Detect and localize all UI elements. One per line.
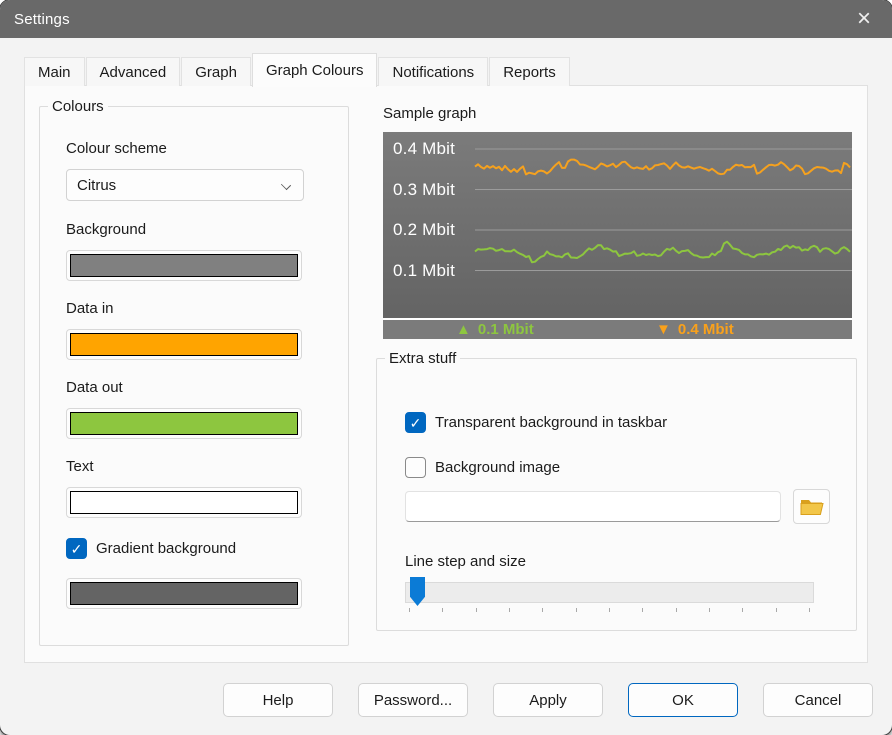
data-in-colour-swatch[interactable] — [66, 329, 302, 360]
background-label: Background — [66, 221, 147, 238]
legend-upload: ▲ 0.1 Mbit — [456, 320, 534, 339]
background-colour-swatch[interactable] — [66, 250, 302, 281]
legend-download-value: 0.4 Mbit — [677, 321, 734, 338]
apply-button[interactable]: Apply — [493, 683, 603, 717]
chevron-down-icon — [280, 179, 292, 191]
check-icon: ✓ — [409, 414, 422, 431]
folder-icon — [800, 499, 824, 515]
text-label: Text — [66, 458, 94, 475]
close-icon[interactable]: × — [842, 0, 886, 38]
legend-upload-value: 0.1 Mbit — [477, 321, 534, 338]
transparent-checkbox-box[interactable]: ✓ — [405, 412, 426, 433]
help-button[interactable]: Help — [223, 683, 333, 717]
tab-reports[interactable]: Reports — [489, 57, 570, 86]
cancel-button[interactable]: Cancel — [763, 683, 873, 717]
tab-graph[interactable]: Graph — [181, 57, 251, 86]
background-colour-fill — [70, 254, 298, 277]
text-colour-fill — [70, 491, 298, 514]
graph-y-label: 0.2 Mbit — [393, 220, 456, 239]
sample-graph-legend: ▲ 0.1 Mbit ▼ 0.4 Mbit — [383, 318, 852, 339]
check-icon: ✓ — [70, 540, 83, 557]
ok-button[interactable]: OK — [628, 683, 738, 717]
tab-page-graph-colours: Colours Colour scheme Citrus Background … — [24, 85, 868, 663]
gradient-colour-fill — [70, 582, 298, 605]
line-step-slider[interactable] — [405, 577, 814, 613]
tab-graph-colours[interactable]: Graph Colours — [251, 53, 378, 87]
graph-y-label: 0.1 Mbit — [393, 260, 456, 280]
slider-ticks — [409, 608, 810, 613]
sample-graph: ▲ 0.1 Mbit ▼ 0.4 Mbit 0.4 Mbit 0.3 Mbit 0.… — [383, 132, 852, 339]
data-out-colour-fill — [70, 412, 298, 435]
background-image-path-input[interactable] — [405, 491, 781, 522]
graph-y-label: 0.4 Mbit — [393, 139, 456, 158]
colours-group-title: Colours — [48, 97, 108, 116]
background-image-label: Background image — [435, 459, 561, 476]
title-bar[interactable]: Settings × — [0, 0, 892, 38]
gradient-colour-swatch[interactable] — [66, 578, 302, 609]
extra-stuff-group: Extra stuff ✓ Transparent background in … — [376, 349, 857, 631]
colour-scheme-value: Citrus — [77, 176, 117, 194]
colour-scheme-dropdown[interactable]: Citrus — [66, 169, 304, 201]
tab-strip: Main Advanced Graph Graph Colours Notifi… — [24, 52, 571, 87]
data-out-colour-swatch[interactable] — [66, 408, 302, 439]
transparent-background-label: Transparent background in taskbar — [435, 414, 668, 431]
down-triangle-icon: ▼ — [656, 321, 671, 338]
footer-buttons: Help Password... Apply OK Cancel — [223, 683, 873, 717]
data-out-label: Data out — [66, 379, 123, 396]
transparent-background-checkbox[interactable]: ✓ Transparent background in taskbar — [405, 412, 667, 433]
gradient-background-checkbox[interactable]: ✓ Gradient background — [66, 538, 236, 559]
background-image-checkbox[interactable]: ✓ Background image — [405, 457, 560, 478]
data-in-colour-fill — [70, 333, 298, 356]
background-image-checkbox-box[interactable]: ✓ — [405, 457, 426, 478]
legend-download: ▼ 0.4 Mbit — [656, 320, 734, 339]
graph-y-label: 0.3 Mbit — [393, 179, 456, 199]
sample-graph-title: Sample graph — [383, 105, 477, 122]
gradient-background-label: Gradient background — [96, 540, 237, 557]
tab-advanced[interactable]: Advanced — [85, 57, 181, 86]
text-colour-swatch[interactable] — [66, 487, 302, 518]
slider-track[interactable] — [405, 582, 814, 603]
browse-folder-button[interactable] — [793, 489, 830, 524]
tab-notifications[interactable]: Notifications — [378, 57, 489, 86]
window-title: Settings — [14, 10, 70, 28]
settings-dialog: Settings × Main Advanced Graph Graph Col… — [0, 0, 892, 735]
password-button[interactable]: Password... — [358, 683, 468, 717]
extra-stuff-group-title: Extra stuff — [385, 349, 461, 368]
data-in-label: Data in — [66, 300, 114, 317]
gradient-checkbox-box[interactable]: ✓ — [66, 538, 87, 559]
tab-main[interactable]: Main — [24, 57, 85, 86]
line-step-label: Line step and size — [405, 553, 526, 570]
up-triangle-icon: ▲ — [456, 321, 471, 338]
colours-group: Colours Colour scheme Citrus Background … — [39, 97, 349, 646]
colour-scheme-label: Colour scheme — [66, 140, 167, 157]
